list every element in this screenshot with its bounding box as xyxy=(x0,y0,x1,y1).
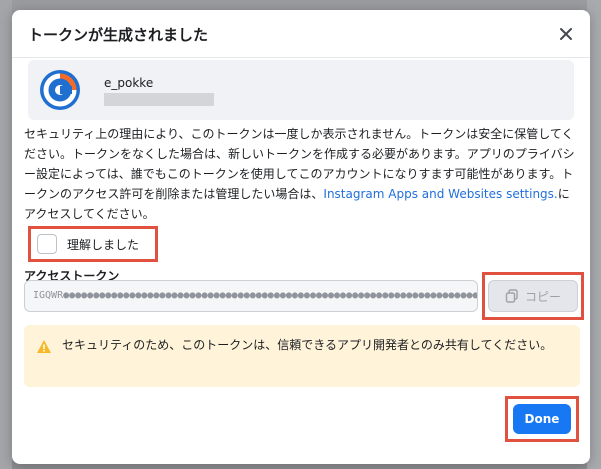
security-warning: セキュリティのため、このトークンは、信頼できるアプリ開発者とのみ共有してください… xyxy=(24,325,580,387)
access-token-field[interactable]: IGQWR●●●●●●●●●●●●●●●●●●●●●●●●●●●●●●●●●●●… xyxy=(24,280,478,312)
copy-label: コピー xyxy=(524,289,561,304)
close-button[interactable] xyxy=(554,22,578,46)
background-left-edge xyxy=(0,0,12,469)
dialog-header: トークンが生成されました xyxy=(12,10,590,58)
warning-icon xyxy=(37,340,51,353)
account-card: e_pokke xyxy=(28,60,574,120)
understood-label: 理解しました xyxy=(67,237,140,252)
dialog-title: トークンが生成されました xyxy=(28,26,209,44)
warning-text: セキュリティのため、このトークンは、信頼できるアプリ開発者とのみ共有してください… xyxy=(62,338,553,352)
copy-button[interactable]: コピー xyxy=(488,280,578,312)
copy-icon xyxy=(505,289,518,303)
done-button[interactable]: Done xyxy=(513,404,571,434)
close-icon xyxy=(560,28,572,40)
account-name: e_pokke xyxy=(104,76,154,90)
understood-checkbox-row[interactable]: 理解しました xyxy=(28,226,158,262)
instagram-settings-link[interactable]: Instagram Apps and Websites settings. xyxy=(323,187,557,201)
instagram-app-logo-icon xyxy=(40,70,80,110)
understood-checkbox[interactable] xyxy=(37,234,57,254)
account-id-redacted xyxy=(104,93,214,106)
token-dialog: トークンが生成されました e_pokke セキュリティ上の理由により、このトーク… xyxy=(12,10,590,464)
security-notice: セキュリティ上の理由により、このトークンは一度しか表示されません。トークンは安全… xyxy=(24,124,580,224)
